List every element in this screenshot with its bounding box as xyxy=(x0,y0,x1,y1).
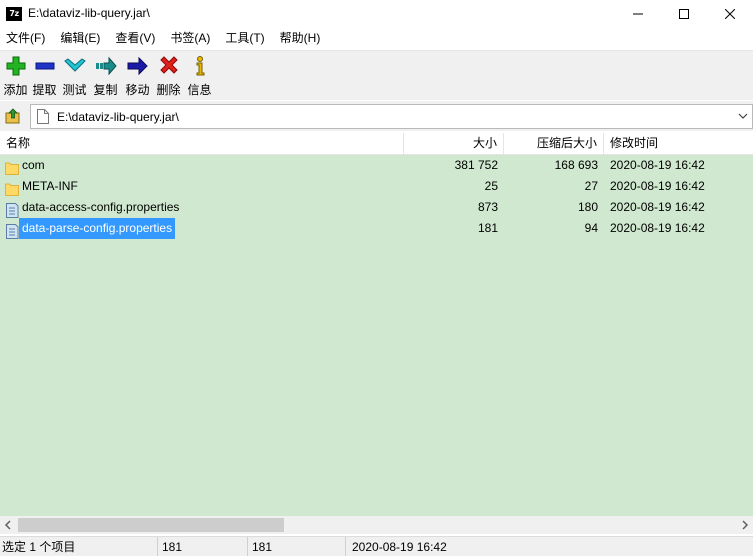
delete-button[interactable]: 删除 xyxy=(153,55,184,99)
copy-label: 复制 xyxy=(93,83,118,97)
status-packed-size: 181 xyxy=(250,537,346,556)
maximize-icon xyxy=(679,9,689,19)
plus-icon xyxy=(6,56,25,76)
status-size: 181 xyxy=(160,537,248,556)
chevron-down-icon[interactable] xyxy=(738,112,748,120)
column-size[interactable]: 大小 xyxy=(404,133,504,155)
file-row-meta-inf[interactable]: META-INF 25 27 2020-08-19 16:42 xyxy=(0,176,753,197)
add-button[interactable]: 添加 xyxy=(0,55,31,99)
extract-button[interactable]: 提取 xyxy=(29,55,60,99)
info-button[interactable]: 信息 xyxy=(184,55,215,99)
file-size: 381 752 xyxy=(454,158,498,172)
window-title: E:\dataviz-lib-query.jar\ xyxy=(28,6,150,20)
menu-bar: 文件(F) 编辑(E) 查看(V) 书签(A) 工具(T) 帮助(H) xyxy=(0,28,753,49)
move-button[interactable]: 移动 xyxy=(122,55,153,99)
file-size: 873 xyxy=(477,200,498,214)
file-modified: 2020-08-19 16:42 xyxy=(610,179,705,193)
maximize-button[interactable] xyxy=(661,0,707,28)
address-value: E:\dataviz-lib-query.jar\ xyxy=(57,110,179,124)
scroll-left-icon[interactable] xyxy=(4,520,12,530)
minimize-icon xyxy=(633,13,643,15)
file-list: 名称 大小 压缩后大小 修改时间 com 381 752 168 693 202… xyxy=(0,133,753,516)
file-packed-size: 180 xyxy=(577,200,598,214)
menu-bookmarks[interactable]: 书签(A) xyxy=(170,28,210,49)
check-icon xyxy=(63,58,86,72)
file-modified: 2020-08-19 16:42 xyxy=(610,200,705,214)
extract-label: 提取 xyxy=(32,83,57,97)
close-icon xyxy=(725,9,735,19)
horizontal-scrollbar[interactable] xyxy=(0,516,753,534)
scrollbar-thumb[interactable] xyxy=(18,518,284,532)
file-size: 181 xyxy=(477,221,498,235)
scroll-right-icon[interactable] xyxy=(741,520,749,530)
column-header: 名称 大小 压缩后大小 修改时间 xyxy=(0,133,753,155)
move-arrow-icon xyxy=(127,56,148,76)
title-bar: 7z E:\dataviz-lib-query.jar\ xyxy=(0,0,753,28)
file-modified: 2020-08-19 16:42 xyxy=(610,221,705,235)
file-row-data-parse-config[interactable]: data-parse-config.properties 181 94 2020… xyxy=(0,218,753,239)
properties-file-icon xyxy=(6,224,19,239)
info-label: 信息 xyxy=(187,83,212,97)
menu-edit[interactable]: 编辑(E) xyxy=(60,28,100,49)
file-packed-size: 27 xyxy=(584,179,598,193)
column-packed-size[interactable]: 压缩后大小 xyxy=(504,133,604,155)
file-name-selected: data-parse-config.properties xyxy=(19,218,176,239)
menu-help[interactable]: 帮助(H) xyxy=(280,28,321,49)
file-row-data-access-config[interactable]: data-access-config.properties 873 180 20… xyxy=(0,197,753,218)
file-name: data-access-config.properties xyxy=(22,200,180,214)
menu-file[interactable]: 文件(F) xyxy=(6,28,45,49)
status-bar: 选定 1 个项目 181 181 2020-08-19 16:42 xyxy=(0,536,753,556)
folder-up-icon xyxy=(5,108,20,124)
copy-button[interactable]: 复制 xyxy=(90,55,121,99)
file-packed-size: 94 xyxy=(584,221,598,235)
menu-view[interactable]: 查看(V) xyxy=(115,28,155,49)
toolbar: 添加 提取 测试 复制 移动 删除 信息 xyxy=(0,50,753,100)
add-label: 添加 xyxy=(3,83,28,97)
file-modified: 2020-08-19 16:42 xyxy=(610,158,705,172)
address-bar: E:\dataviz-lib-query.jar\ xyxy=(0,101,753,131)
address-field[interactable]: E:\dataviz-lib-query.jar\ xyxy=(30,104,753,129)
status-modified: 2020-08-19 16:42 xyxy=(352,540,447,554)
file-packed-size: 168 693 xyxy=(554,158,598,172)
close-button[interactable] xyxy=(707,0,753,28)
minimize-button[interactable] xyxy=(615,0,661,28)
document-icon xyxy=(37,109,49,124)
file-row-com[interactable]: com 381 752 168 693 2020-08-19 16:42 xyxy=(0,155,753,176)
file-name: com xyxy=(22,158,45,172)
column-modified[interactable]: 修改时间 xyxy=(604,133,753,155)
status-selection: 选定 1 个项目 xyxy=(0,537,158,556)
info-icon xyxy=(196,56,204,76)
column-name[interactable]: 名称 xyxy=(0,133,404,155)
copy-arrow-icon xyxy=(95,56,117,76)
app-icon: 7z xyxy=(6,7,22,21)
menu-tools[interactable]: 工具(T) xyxy=(225,28,264,49)
test-label: 测试 xyxy=(62,83,87,97)
move-label: 移动 xyxy=(125,83,150,97)
file-name: META-INF xyxy=(22,179,78,193)
file-size: 25 xyxy=(484,179,498,193)
delete-label: 删除 xyxy=(156,83,181,97)
minus-icon xyxy=(35,62,54,70)
up-folder-button[interactable] xyxy=(2,105,24,127)
test-button[interactable]: 测试 xyxy=(59,55,90,99)
delete-x-icon xyxy=(159,56,178,74)
